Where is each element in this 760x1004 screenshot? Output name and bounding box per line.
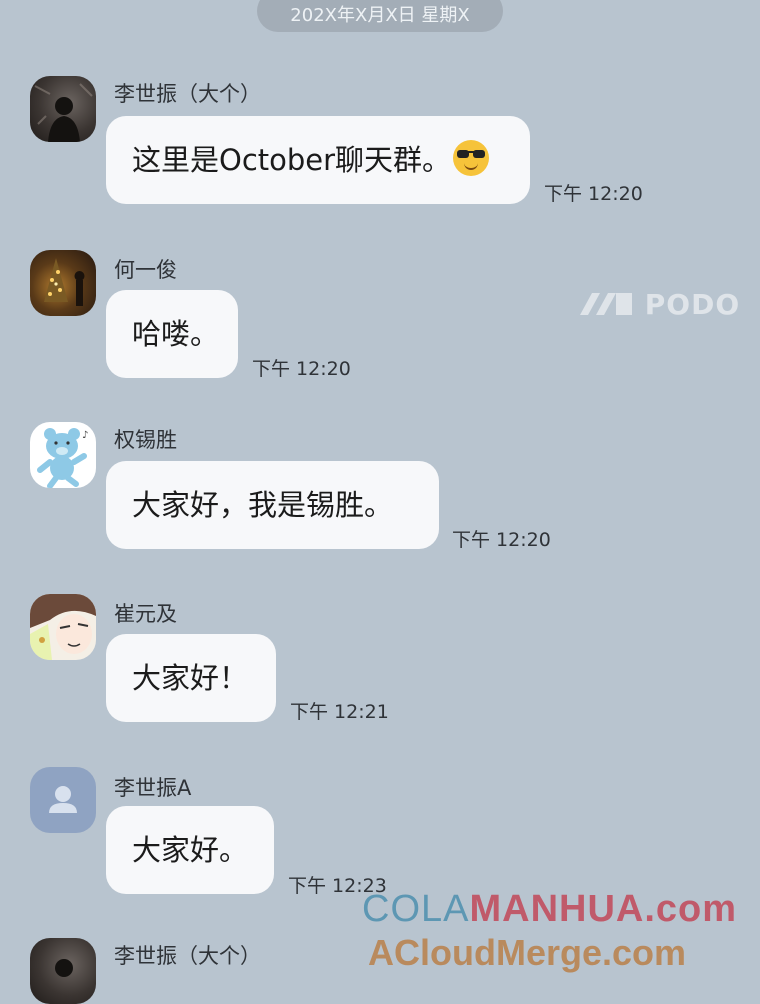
message-time: 下午 12:21	[290, 701, 389, 723]
message-text: 大家好！	[132, 661, 249, 695]
colamanhua-watermark: COLAMANHUA.com	[362, 888, 738, 930]
avatar[interactable]	[30, 250, 96, 316]
message-bubble[interactable]: 哈喽。	[106, 290, 238, 378]
sender-name: 何一俊	[114, 258, 177, 282]
message-bubble[interactable]: 这里是October聊天群。	[106, 116, 530, 204]
person-silhouette-icon	[55, 959, 73, 977]
blue-bear-icon: ♪	[37, 428, 88, 488]
svg-text:♪: ♪	[82, 430, 88, 441]
sender-name: 权锡胜	[114, 428, 177, 452]
message-bubble[interactable]: 大家好。	[106, 806, 274, 894]
message-time: 下午 12:20	[252, 358, 351, 380]
message-text: 哈喽。	[132, 317, 220, 351]
person-silhouette-icon	[34, 83, 93, 142]
sender-name: 李世振A	[114, 776, 192, 800]
sunglasses-emoji-icon	[453, 140, 490, 176]
message-bubble[interactable]: 大家好！	[106, 634, 276, 722]
avatar[interactable]	[30, 76, 96, 142]
acloudmerge-watermark: ACloudMerge.com	[368, 932, 687, 973]
avatar[interactable]: ♪	[30, 422, 96, 488]
message-text: 这里是October聊天群。	[132, 143, 452, 177]
message-text: 大家好，我是锡胜。	[132, 488, 394, 522]
sender-name: 李世振（大个）	[114, 82, 261, 106]
avatar[interactable]	[30, 767, 96, 833]
podo-watermark: PODO	[578, 288, 740, 321]
message-time: 下午 12:20	[544, 183, 643, 205]
message-text: 大家好。	[132, 833, 249, 867]
podo-logo-icon	[580, 293, 632, 315]
date-divider: 202X年X月X日 星期X	[257, 0, 503, 32]
sender-name: 李世振（大个）	[114, 944, 261, 968]
message-bubble[interactable]: 大家好，我是锡胜。	[106, 461, 439, 549]
avatar[interactable]	[30, 594, 96, 660]
message-time: 下午 12:20	[452, 529, 551, 551]
sender-name: 崔元及	[114, 602, 177, 626]
avatar[interactable]	[30, 938, 96, 1004]
christmas-tree-icon	[44, 258, 85, 306]
default-person-icon	[49, 786, 77, 813]
manga-face-icon	[30, 594, 96, 660]
